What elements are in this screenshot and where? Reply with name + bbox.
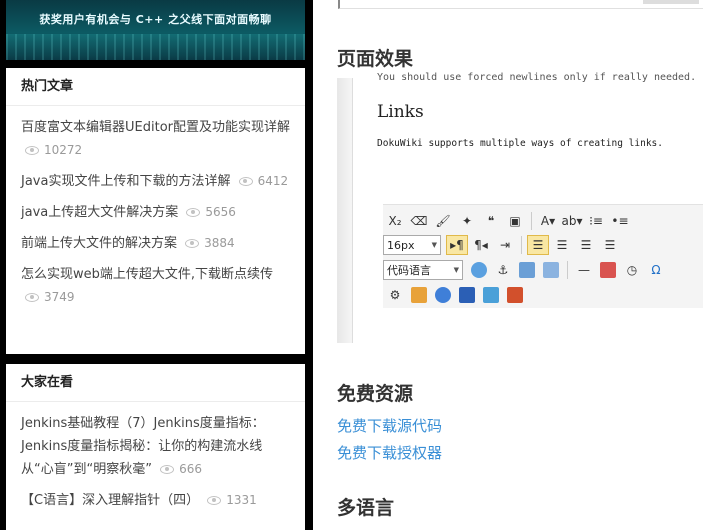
eye-icon [238,177,253,186]
ppt-icon[interactable] [504,285,526,305]
eraser-icon[interactable]: ⌫ [408,211,430,231]
view-count: 3749 [25,290,75,304]
quote-icon[interactable]: ❝ [480,211,502,231]
page-effect-heading: 页面效果 [337,48,414,70]
ltr-direction-icon[interactable]: ▸¶ [446,235,468,255]
emoji-icon[interactable] [468,260,490,280]
main-content: 页面效果 You should use forced newlines only… [313,0,703,530]
article-title[interactable]: 怎么实现web端上传超大文件,下载断点续传 [21,267,273,282]
preview-description: DokuWiki supports multiple ways of creat… [377,138,663,149]
font-size-select[interactable]: 16px ▼ [383,235,441,255]
align-right-icon[interactable]: ☰ [575,235,597,255]
article-title[interactable]: Java实现文件上传和下载的方法详解 [21,174,230,189]
eye-icon [25,146,39,155]
everyone-watching-title: 大家在看 [6,364,305,402]
preview-scroll-edge [337,78,353,343]
template-icon[interactable] [408,285,430,305]
view-count: 5656 [186,205,236,219]
article-title[interactable]: 前端上传大文件的解决方案 [21,236,177,251]
indent-icon[interactable]: ⇥ [494,235,516,255]
code-language-select[interactable]: 代码语言 ▼ [383,260,463,280]
help-icon[interactable] [432,285,454,305]
article-title[interactable]: 百度富文本编辑器UEditor配置及功能实现详解 [21,120,290,135]
view-count: 1331 [207,493,257,507]
font-color-icon[interactable]: A▾ [537,211,559,231]
anchor-icon[interactable]: ⚓ [492,260,514,280]
download-source-link[interactable]: 免费下载源代码 [337,415,442,436]
preview-links-heading: Links [377,102,424,122]
unordered-list-icon[interactable]: •≡ [609,211,631,231]
image-icon[interactable] [516,260,538,280]
eye-icon [186,208,201,217]
clock-icon[interactable]: ◷ [621,260,643,280]
view-count: 666 [160,462,202,476]
left-sidebar: 获奖用户有机会与 C++ 之父线下面对面畅聊 热门文章 百度富文本编辑器UEdi… [0,0,311,530]
eye-icon [185,239,200,248]
paste-text-icon[interactable]: ▣ [504,211,526,231]
magic-wand-icon[interactable]: ✦ [456,211,478,231]
preview-cut-line: You should use forced newlines only if r… [377,72,697,83]
hot-article-item[interactable]: java上传超大文件解决方案 5656 [21,201,291,224]
watching-item[interactable]: 【C语言】深入理解指针（四） 1331 [21,489,291,512]
special-char-icon[interactable]: Ω [645,260,667,280]
word-icon[interactable] [456,285,478,305]
editor-toolbar: X₂ ⌫ 🖌 ✦ ❝ ▣ A▾ ab▾ ⁝≡ •≡ 16px ▼ ▸¶ ¶◂ ⇥ … [383,204,703,308]
multi-image-icon[interactable] [540,260,562,280]
hot-article-item[interactable]: 怎么实现web端上传超大文件,下载断点续传 3749 [21,263,291,309]
align-justify-icon[interactable]: ☰ [599,235,621,255]
everyone-watching-card: 大家在看 Jenkins基础教程（7）Jenkins度量指标：Jenkins度量… [6,364,305,530]
code-block-bottom [338,0,703,9]
view-count: 10272 [25,143,82,157]
editor-preview-image: You should use forced newlines only if r… [337,72,703,343]
article-title[interactable]: Jenkins基础教程（7）Jenkins度量指标：Jenkins度量指标揭秘：… [21,416,265,477]
promo-banner[interactable]: 获奖用户有机会与 C++ 之父线下面对面畅聊 [6,0,305,60]
multilanguage-heading: 多语言 [337,497,395,519]
calendar-icon[interactable] [597,260,619,280]
download-license-link[interactable]: 免费下载授权器 [337,442,442,463]
ordered-list-icon[interactable]: ⁝≡ [585,211,607,231]
eye-icon [25,293,39,302]
eye-icon [160,465,175,474]
hot-article-item[interactable]: Java实现文件上传和下载的方法详解 6412 [21,170,291,193]
free-resources-heading: 免费资源 [337,383,414,405]
view-count: 3884 [185,236,235,250]
hot-article-item[interactable]: 前端上传大文件的解决方案 3884 [21,232,291,255]
view-count: 6412 [238,174,288,188]
subscript-icon[interactable]: X₂ [384,211,406,231]
hot-article-item[interactable]: 百度富文本编辑器UEditor配置及功能实现详解 10272 [21,116,291,162]
highlight-icon[interactable]: ab▾ [561,211,583,231]
web-icon[interactable] [480,285,502,305]
promo-banner-text: 获奖用户有机会与 C++ 之父线下面对面畅聊 [39,13,272,26]
plugin-icon[interactable]: ⚙ [384,285,406,305]
watching-item[interactable]: Jenkins基础教程（7）Jenkins度量指标：Jenkins度量指标揭秘：… [21,412,291,481]
horizontal-rule-icon[interactable]: — [573,260,595,280]
eye-icon [207,496,222,505]
align-left-icon[interactable]: ☰ [527,235,549,255]
rtl-direction-icon[interactable]: ¶◂ [470,235,492,255]
hot-articles-title: 热门文章 [6,68,305,106]
format-brush-icon[interactable]: 🖌 [432,211,454,231]
article-title[interactable]: java上传超大文件解决方案 [21,205,178,220]
align-center-icon[interactable]: ☰ [551,235,573,255]
article-title[interactable]: 【C语言】深入理解指针（四） [21,493,199,508]
hot-articles-card: 热门文章 百度富文本编辑器UEditor配置及功能实现详解 10272 Java… [6,68,305,354]
